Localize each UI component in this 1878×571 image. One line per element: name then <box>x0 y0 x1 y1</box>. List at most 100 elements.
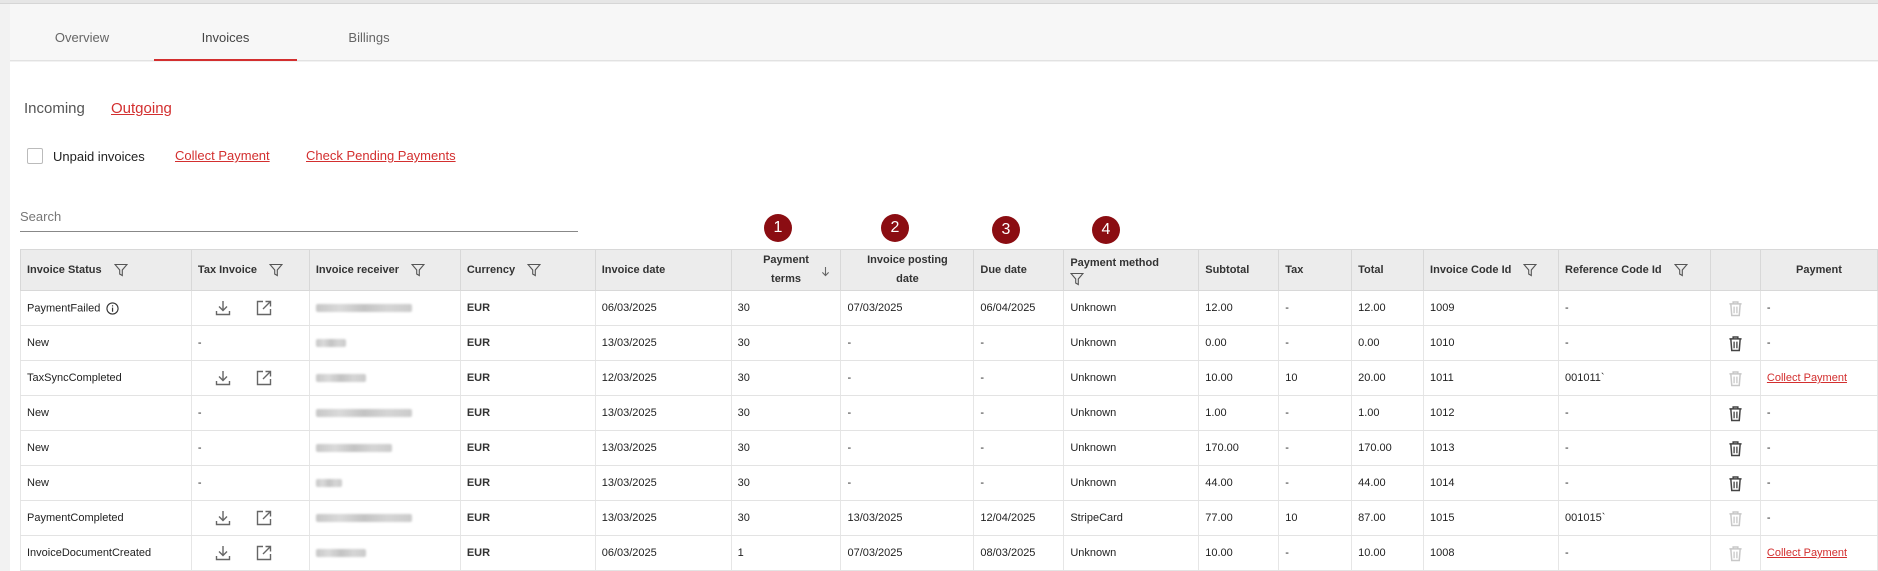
cell-payment-method: Unknown <box>1063 290 1200 326</box>
sort-down-icon[interactable] <box>821 266 830 277</box>
col-invoice-receiver: Invoice receiver <box>308 249 461 291</box>
cell-tax: - <box>1278 535 1353 571</box>
cell-actions <box>1709 395 1761 431</box>
cell-due-date: - <box>973 465 1065 501</box>
cell-posting-date: - <box>840 395 975 431</box>
cell-code-id: 1012 <box>1423 395 1560 431</box>
cell-invoice-date: 13/03/2025 <box>594 395 732 431</box>
cell-payment-method: Unknown <box>1063 325 1200 361</box>
tab-overview[interactable]: Overview <box>10 4 154 61</box>
cell-subtotal: 12.00 <box>1198 290 1280 326</box>
cell-tax-invoice <box>190 500 310 536</box>
cell-ref-id: - <box>1558 430 1711 466</box>
cell-code-id: 1014 <box>1423 465 1560 501</box>
cell-due-date: 06/04/2025 <box>973 290 1065 326</box>
cell-code-id: 1008 <box>1423 535 1560 571</box>
cell-payment: - <box>1759 395 1878 431</box>
info-icon[interactable] <box>106 301 120 315</box>
col-subtotal: Subtotal <box>1198 249 1280 291</box>
filter-icon[interactable] <box>1523 263 1538 277</box>
marker-4: 4 <box>1092 216 1120 244</box>
cell-total: 1.00 <box>1351 395 1425 431</box>
cell-currency: EUR <box>459 290 596 326</box>
marker-2: 2 <box>881 214 909 242</box>
cell-due-date: - <box>973 395 1065 431</box>
filter-icon[interactable] <box>1070 272 1085 286</box>
delete-icon <box>1729 545 1742 561</box>
cell-subtotal: 10.00 <box>1198 535 1280 571</box>
status-text: PaymentCompleted <box>27 512 124 524</box>
outgoing-link[interactable]: Outgoing <box>111 100 172 117</box>
payment-text: - <box>1766 302 1771 314</box>
tab-invoices[interactable]: Invoices <box>154 4 297 61</box>
cell-payment-terms: 30 <box>730 360 842 396</box>
cell-actions <box>1709 465 1761 501</box>
cell-currency: EUR <box>459 395 596 431</box>
cell-status: New <box>20 395 192 431</box>
cell-payment: Collect Payment <box>1759 360 1878 396</box>
cell-status: New <box>20 325 192 361</box>
cell-ref-id: 001015` <box>1558 500 1711 536</box>
delete-icon[interactable] <box>1728 335 1743 352</box>
download-icon[interactable] <box>214 299 232 317</box>
unpaid-invoices-label: Unpaid invoices <box>53 149 145 164</box>
cell-actions <box>1709 325 1761 361</box>
delete-icon[interactable] <box>1728 405 1743 422</box>
cell-ref-id: - <box>1558 290 1711 326</box>
collect-payment-link[interactable]: Collect Payment <box>175 148 270 163</box>
open-external-icon[interactable] <box>255 369 273 387</box>
col-reference-code-id: Reference Code Id <box>1558 249 1711 291</box>
delete-icon[interactable] <box>1728 475 1743 492</box>
incoming-link[interactable]: Incoming <box>24 100 85 117</box>
col-payment-terms[interactable]: Payment terms <box>730 249 842 291</box>
cell-total: 44.00 <box>1351 465 1425 501</box>
check-pending-payments-link[interactable]: Check Pending Payments <box>306 148 456 163</box>
tab-billings[interactable]: Billings <box>297 4 441 61</box>
cell-payment-terms: 30 <box>730 430 842 466</box>
col-posting-label-1: Invoice posting <box>867 254 948 266</box>
cell-payment-method: Unknown <box>1063 395 1200 431</box>
search-input[interactable] <box>20 202 578 232</box>
cell-ref-id: - <box>1558 465 1711 501</box>
redacted-receiver <box>315 304 412 313</box>
download-icon[interactable] <box>214 509 232 527</box>
col-tax-label: Tax <box>1285 264 1304 276</box>
filter-icon[interactable] <box>527 263 542 277</box>
download-icon[interactable] <box>214 544 232 562</box>
table-row[interactable]: New - EUR 13/03/2025 30 - - Unknown 1.00… <box>20 395 1878 431</box>
open-external-icon[interactable] <box>255 509 273 527</box>
cell-status: New <box>20 430 192 466</box>
cell-actions <box>1709 430 1761 466</box>
cell-status: InvoiceDocumentCreated <box>20 535 192 571</box>
cell-subtotal: 0.00 <box>1198 325 1280 361</box>
cell-posting-date: 07/03/2025 <box>840 290 975 326</box>
cell-actions <box>1709 500 1761 536</box>
delete-icon[interactable] <box>1728 440 1743 457</box>
filter-icon[interactable] <box>269 263 284 277</box>
open-external-icon[interactable] <box>255 544 273 562</box>
table-row[interactable]: PaymentFailed EUR 06/03/2025 30 07/03/20… <box>20 290 1878 326</box>
collect-payment-link[interactable]: Collect Payment <box>1767 372 1847 384</box>
col-payment-label: Payment <box>1796 264 1842 276</box>
cell-invoice-date: 13/03/2025 <box>594 430 732 466</box>
table-row[interactable]: New - EUR 13/03/2025 30 - - Unknown 0.00… <box>20 325 1878 361</box>
collect-payment-link[interactable]: Collect Payment <box>1767 547 1847 559</box>
col-tax-invoice-label: Tax Invoice <box>197 264 258 276</box>
cell-ref-id: - <box>1558 325 1711 361</box>
open-external-icon[interactable] <box>255 299 273 317</box>
unpaid-invoices-checkbox[interactable] <box>27 148 43 164</box>
cell-payment-method: Unknown <box>1063 465 1200 501</box>
status-text: New <box>27 337 50 349</box>
filter-icon[interactable] <box>113 263 128 277</box>
table-row[interactable]: InvoiceDocumentCreated EUR 06/03/2025 1 … <box>20 535 1878 571</box>
table-row[interactable]: TaxSyncCompleted EUR 12/03/2025 30 - - U… <box>20 360 1878 396</box>
col-invoice-date-label: Invoice date <box>601 264 666 276</box>
download-icon[interactable] <box>214 369 232 387</box>
table-row[interactable]: PaymentCompleted EUR 13/03/2025 30 13/03… <box>20 500 1878 536</box>
filter-icon[interactable] <box>1673 263 1688 277</box>
cell-tax: - <box>1278 290 1353 326</box>
filter-icon[interactable] <box>411 263 426 277</box>
table-row[interactable]: New - EUR 13/03/2025 30 - - Unknown 44.0… <box>20 465 1878 501</box>
cell-status: PaymentCompleted <box>20 500 192 536</box>
table-row[interactable]: New - EUR 13/03/2025 30 - - Unknown 170.… <box>20 430 1878 466</box>
